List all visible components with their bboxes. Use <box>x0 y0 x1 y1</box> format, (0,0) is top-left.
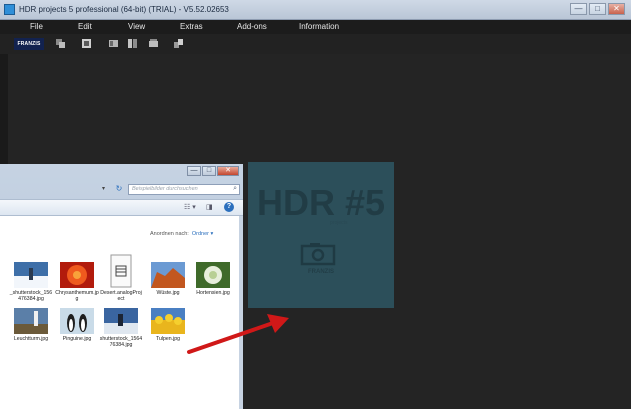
batch-icon[interactable] <box>55 38 66 49</box>
file-name: Pinguine.jpg <box>62 336 92 342</box>
file-explorer-window[interactable]: — □ ✕ ▾ ↻ Beispielbilder durchsuchen ⌕ ☷… <box>0 164 243 409</box>
logo-title: HDR #5 <box>256 182 386 223</box>
window-controls: — □ ✕ <box>570 3 625 16</box>
hdr-projects-logo: HDR #5 projects FRANZIS <box>248 162 394 308</box>
bracket-icon[interactable] <box>108 38 119 49</box>
address-dropdown[interactable]: ▾ <box>102 185 105 192</box>
address-bar-row: ▾ ↻ Beispielbilder durchsuchen ⌕ <box>0 183 243 196</box>
file-item[interactable]: Leuchtturm.jpg <box>9 308 53 342</box>
maximize-button[interactable]: □ <box>589 3 606 15</box>
minimize-button[interactable]: — <box>570 3 587 15</box>
search-input[interactable]: Beispielbilder durchsuchen ⌕ <box>128 184 240 195</box>
file-item[interactable]: Hortensien.jpg <box>191 262 235 296</box>
menu-extras[interactable]: Extras <box>180 22 203 31</box>
file-item[interactable]: _shutterstock_156476384.jpg <box>9 262 53 303</box>
app-icon <box>4 4 15 15</box>
tower-photo-icon <box>14 262 48 288</box>
penguins-photo-icon <box>60 308 94 334</box>
file-name: Wüste.jpg <box>156 290 180 296</box>
arrange-label: Anordnen nach: <box>150 231 189 237</box>
menu-information[interactable]: Information <box>299 22 339 31</box>
open-image-icon[interactable] <box>81 38 92 49</box>
arrange-dropdown[interactable]: Ordner ▾ <box>192 231 213 237</box>
menu-edit[interactable]: Edit <box>78 22 92 31</box>
menu-file[interactable]: File <box>30 22 43 31</box>
explorer-minimize-button[interactable]: — <box>187 166 201 176</box>
project-file-icon <box>110 254 132 288</box>
export-icon[interactable] <box>173 38 184 49</box>
file-item[interactable]: Desert.analogProject <box>99 254 143 303</box>
file-item[interactable]: Wüste.jpg <box>146 262 190 296</box>
file-name: Desert.analogProject <box>100 290 142 303</box>
city-photo-icon <box>104 308 138 334</box>
refresh-icon[interactable]: ↻ <box>114 184 124 194</box>
drag-arrow-annotation <box>187 314 289 354</box>
explorer-window-controls: — □ ✕ <box>187 166 239 176</box>
file-item[interactable]: shutterstock_156476384.jpg <box>99 308 143 349</box>
film-icon[interactable] <box>148 38 159 49</box>
menu-bar: File Edit View Extras Add-ons Informatio… <box>0 20 631 34</box>
toolbar: FRANZIS <box>0 34 631 54</box>
lighthouse-photo-icon <box>14 308 48 334</box>
help-icon[interactable]: ? <box>224 202 234 212</box>
explorer-close-button[interactable]: ✕ <box>217 166 239 176</box>
flower-photo-icon <box>60 262 94 288</box>
file-name: Leuchtturm.jpg <box>13 336 49 342</box>
file-item[interactable]: Chrysanthemum.jpg <box>55 262 99 303</box>
explorer-maximize-button[interactable]: □ <box>202 166 216 176</box>
close-button[interactable]: ✕ <box>608 3 625 15</box>
explorer-toolbar: ☷ ▾ ◨ ? <box>0 199 243 216</box>
logo-subtitle: projects <box>330 220 348 226</box>
file-name: Tulpen.jpg <box>155 336 181 342</box>
tulips-photo-icon <box>151 308 185 334</box>
desert-photo-icon <box>151 262 185 288</box>
view-options-button[interactable]: ☷ ▾ <box>184 203 196 211</box>
logo-brand: FRANZIS <box>308 269 334 275</box>
file-name: shutterstock_156476384.jpg <box>99 336 143 349</box>
compare-icon[interactable] <box>127 38 138 49</box>
title-bar[interactable]: HDR projects 5 professional (64-bit) (TR… <box>0 0 631 20</box>
preview-pane-button[interactable]: ◨ <box>206 203 213 211</box>
file-item[interactable]: Tulpen.jpg <box>146 308 190 342</box>
arrange-by: Anordnen nach: Ordner ▾ <box>150 231 213 237</box>
file-name: _shutterstock_156476384.jpg <box>9 290 53 303</box>
franzis-logo-button[interactable]: FRANZIS <box>14 38 44 50</box>
window-title: HDR projects 5 professional (64-bit) (TR… <box>19 5 229 14</box>
camera-icon <box>300 243 336 266</box>
menu-addons[interactable]: Add-ons <box>237 22 267 31</box>
file-name: Chrysanthemum.jpg <box>55 290 99 303</box>
file-name: Hortensien.jpg <box>196 290 230 296</box>
hydrangea-photo-icon <box>196 262 230 288</box>
search-placeholder: Beispielbilder durchsuchen <box>132 186 198 192</box>
file-item[interactable]: Pinguine.jpg <box>55 308 99 342</box>
search-icon[interactable]: ⌕ <box>233 185 237 193</box>
menu-view[interactable]: View <box>128 22 145 31</box>
